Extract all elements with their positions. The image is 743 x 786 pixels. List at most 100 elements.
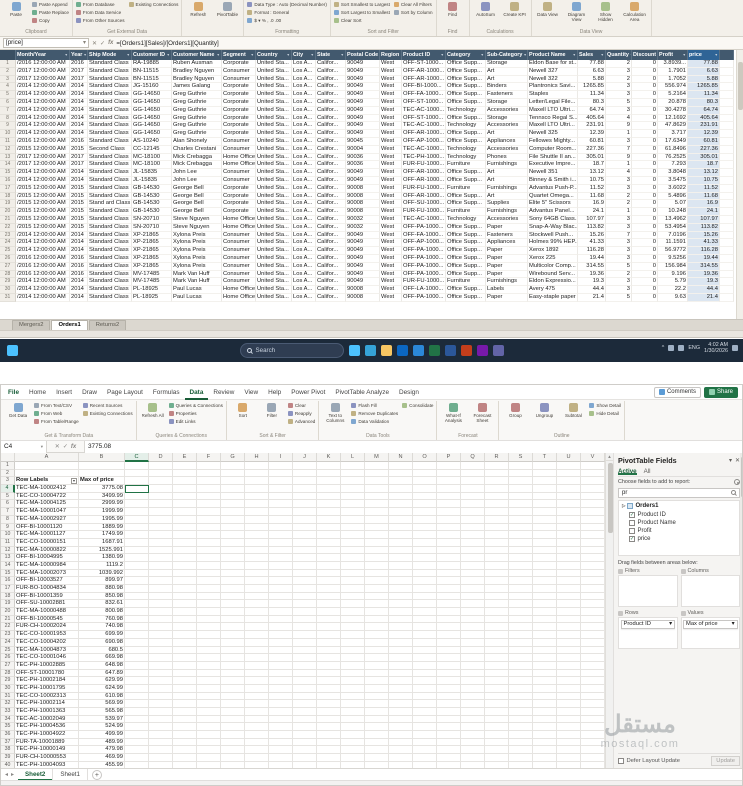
cell[interactable] xyxy=(149,669,173,678)
cell[interactable]: Greg Guthrie xyxy=(172,122,222,131)
cell[interactable]: MV-17485 xyxy=(132,278,172,287)
tab-file[interactable]: File xyxy=(3,385,24,400)
cell[interactable] xyxy=(557,761,581,768)
cell[interactable]: 1.7052 xyxy=(658,75,688,84)
powerpoint-icon[interactable] xyxy=(460,345,472,356)
cell[interactable]: 565.98 xyxy=(79,708,125,716)
cell[interactable]: Califor... xyxy=(316,161,346,170)
cell[interactable]: MC-18100 xyxy=(132,153,172,162)
cell[interactable] xyxy=(125,692,149,701)
cell[interactable] xyxy=(461,477,485,486)
row-number[interactable]: 30 xyxy=(0,286,16,294)
cell[interactable] xyxy=(720,106,734,115)
cell[interactable] xyxy=(533,600,557,609)
cell[interactable]: 3499.99 xyxy=(79,492,125,501)
cell[interactable]: 3.5475 xyxy=(658,176,688,185)
cell[interactable] xyxy=(221,715,245,724)
cell[interactable]: United Sta... xyxy=(256,153,292,162)
cell[interactable] xyxy=(485,615,509,624)
cell[interactable]: 5.2164 xyxy=(658,91,688,99)
notifications-icon[interactable] xyxy=(732,345,738,352)
cell[interactable] xyxy=(437,684,461,693)
cell[interactable]: OFF-BI-10004995 xyxy=(15,554,79,562)
cell[interactable]: 3 xyxy=(606,67,632,76)
cell[interactable]: 90008 xyxy=(346,208,380,216)
cell[interactable] xyxy=(173,623,197,632)
cell[interactable] xyxy=(509,600,533,609)
cell[interactable] xyxy=(485,631,509,639)
cell[interactable]: 1265.85 xyxy=(578,83,606,92)
cell[interactable]: 53.4954 xyxy=(658,223,688,232)
formula-bar-value[interactable]: 3775.08 xyxy=(85,440,742,453)
cell[interactable]: 2 xyxy=(606,200,632,209)
cell[interactable] xyxy=(557,569,581,578)
cell[interactable] xyxy=(389,654,413,662)
cell[interactable]: 3.8048 xyxy=(658,169,688,177)
cell[interactable]: TEC-AC-1000... xyxy=(402,215,446,224)
cell[interactable] xyxy=(293,669,317,678)
formula-name-box[interactable]: [price] ▾ xyxy=(3,38,89,48)
cell[interactable]: Snap-A-Way Blac... xyxy=(528,223,578,232)
cell[interactable] xyxy=(197,723,221,732)
existing-connections-button[interactable]: Existing Connections xyxy=(128,1,178,8)
cell[interactable]: 0 xyxy=(632,60,658,68)
cell[interactable] xyxy=(293,508,317,516)
cell[interactable]: Standard Class xyxy=(88,161,132,170)
sort-by-column-button[interactable]: Sort by Column xyxy=(393,9,433,16)
cell[interactable] xyxy=(581,708,605,716)
cell[interactable]: Califor... xyxy=(316,60,346,68)
cell[interactable] xyxy=(341,508,365,516)
cell[interactable] xyxy=(221,492,245,501)
cell[interactable]: Los A... xyxy=(292,122,316,131)
cell[interactable]: Los A... xyxy=(292,192,316,201)
cell[interactable] xyxy=(317,646,341,655)
cell[interactable] xyxy=(293,585,317,593)
cell[interactable] xyxy=(149,500,173,509)
cell[interactable]: 629.99 xyxy=(79,677,125,685)
cell[interactable] xyxy=(389,677,413,685)
cell[interactable] xyxy=(557,546,581,555)
cell[interactable]: 539.97 xyxy=(79,715,125,724)
cell[interactable] xyxy=(509,585,533,593)
cell[interactable] xyxy=(509,715,533,724)
refresh-button[interactable]: Refresh xyxy=(185,1,211,17)
remove-duplicates-button[interactable]: Remove Duplicates xyxy=(351,410,398,417)
cell[interactable]: Corporate xyxy=(222,60,256,68)
cell[interactable] xyxy=(293,600,317,609)
cell[interactable]: 11.52 xyxy=(688,184,720,193)
cell[interactable]: 80.3 xyxy=(578,98,606,107)
cell[interactable] xyxy=(197,654,221,662)
cell[interactable] xyxy=(221,515,245,524)
cell[interactable] xyxy=(293,577,317,585)
cell[interactable] xyxy=(485,508,509,516)
cell[interactable] xyxy=(173,508,197,516)
cell[interactable] xyxy=(365,585,389,593)
cell[interactable]: 899.97 xyxy=(79,577,125,585)
cell[interactable]: United Sta... xyxy=(256,215,292,224)
cell[interactable] xyxy=(79,462,125,470)
cell[interactable] xyxy=(197,738,221,747)
cell[interactable] xyxy=(293,638,317,647)
cell[interactable]: Furniture xyxy=(446,208,486,216)
cell[interactable] xyxy=(413,700,437,708)
column-header-e[interactable]: E xyxy=(173,453,197,462)
cell[interactable]: 90049 xyxy=(346,247,380,255)
cell[interactable]: 0 xyxy=(632,153,658,162)
cell[interactable] xyxy=(509,754,533,762)
cell[interactable] xyxy=(461,523,485,532)
cell[interactable]: 699.99 xyxy=(79,631,125,639)
cell[interactable] xyxy=(485,692,509,701)
cell[interactable]: 3 xyxy=(606,83,632,92)
cell[interactable] xyxy=(293,546,317,555)
cell[interactable]: TEC-MA-10004125 xyxy=(15,500,79,509)
cell[interactable] xyxy=(173,661,197,670)
cell[interactable] xyxy=(317,585,341,593)
cell[interactable] xyxy=(221,731,245,739)
cell[interactable]: George Bell xyxy=(172,200,222,209)
cell[interactable] xyxy=(149,608,173,616)
cell[interactable]: BN-11515 xyxy=(132,67,172,76)
cell[interactable] xyxy=(437,623,461,632)
cell[interactable]: 479.98 xyxy=(79,746,125,755)
cell[interactable]: 90032 xyxy=(346,223,380,232)
cell[interactable] xyxy=(125,646,149,655)
